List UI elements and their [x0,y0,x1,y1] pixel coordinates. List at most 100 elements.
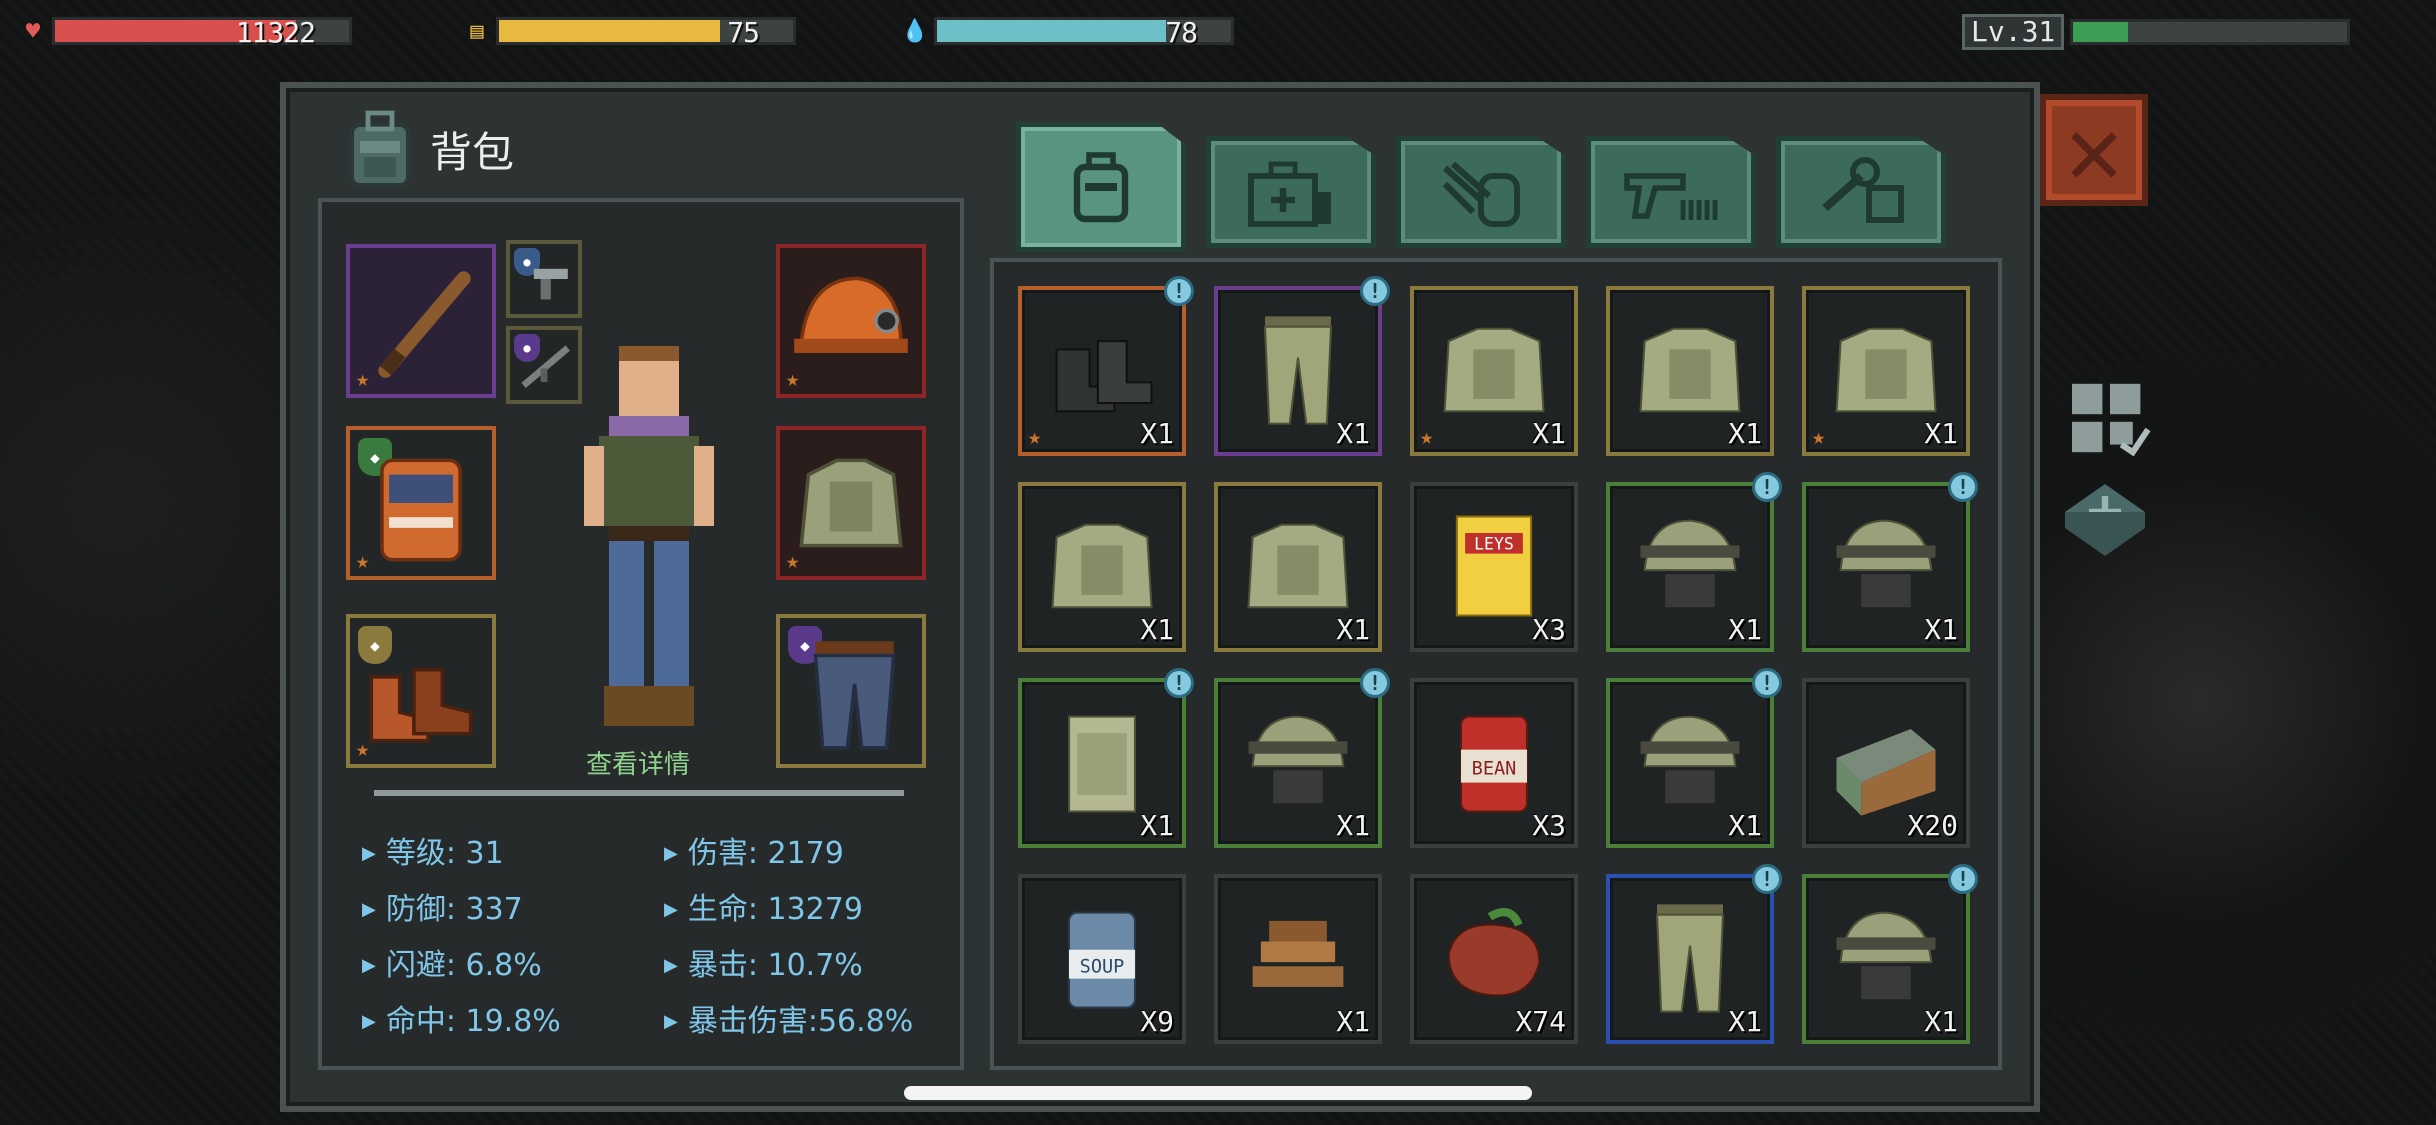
inventory-slot[interactable]: ★ X1 [1410,286,1578,456]
health-value: 11322 [235,16,316,49]
legs-slot[interactable]: ◆ [776,614,926,768]
inventory-slot[interactable]: X1! [1606,472,1782,652]
backpack-icon [1073,152,1129,223]
pistol-icon [533,268,568,300]
xp-fill [2073,22,2129,42]
level-bar: Lv.31 [1962,14,2351,50]
item-quantity: X1 [1336,417,1370,450]
item-quantity: X1 [1336,1005,1370,1038]
star-icon: ★ [1812,425,1826,450]
food-icon: ▤ [470,18,484,44]
health-bar: ♥ 11322 [20,14,352,49]
sort-grid-icon[interactable] [2068,380,2152,456]
water-value: 78 [1165,16,1198,49]
wrench-icon [1822,157,1904,223]
tab-medical[interactable] [1206,136,1376,248]
inventory-slot[interactable]: X1 [1606,286,1774,456]
water-drop-icon: 💧 [901,18,929,44]
item-quantity: X1 [1924,417,1958,450]
stats-divider [374,790,904,796]
inventory-slot[interactable]: X1! [1606,864,1782,1044]
inventory-slot[interactable]: X1! [1606,668,1782,848]
inventory-slot[interactable]: LEYS X3 [1410,482,1578,652]
new-item-badge-icon: ! [1360,276,1390,306]
expand-arrows-icon[interactable] [2060,480,2150,560]
inventory-slot[interactable]: ★ X1! [1018,276,1194,456]
item-quantity: X1 [1728,613,1762,646]
close-button[interactable]: ✕ [2040,94,2148,206]
inventory-slot[interactable]: X1! [1802,864,1978,1044]
close-icon: ✕ [2065,94,2123,206]
item-quantity: X1 [1532,417,1566,450]
tab-materials[interactable] [1396,136,1566,248]
tactical-jacket-icon [799,458,903,548]
sidearm-slot[interactable]: ● [506,240,582,318]
head-slot[interactable]: ★ [776,244,926,398]
inventory-slot[interactable]: X1! [1214,276,1390,456]
character-figure[interactable] [564,336,734,736]
inventory-slot[interactable]: X1! [1214,668,1390,848]
inventory-slot[interactable]: BEAN X3 [1410,678,1578,848]
new-item-badge-icon: ! [1948,472,1978,502]
item-quantity: X9 [1140,1005,1174,1038]
stat-hp: 生命: 13279 [664,884,863,928]
svg-text:LEYS: LEYS [1474,535,1514,554]
feet-slot[interactable]: ◆ ★ [346,614,496,768]
new-item-badge-icon: ! [1752,668,1782,698]
brown-boots-icon [369,667,473,743]
star-icon: ★ [356,549,370,574]
item-quantity: X3 [1532,613,1566,646]
materials-icon [1442,161,1520,227]
hunger-value: 75 [727,16,760,49]
tab-backpack[interactable] [1016,122,1186,252]
svg-text:BEAN: BEAN [1472,758,1517,779]
hunger-fill [499,20,720,42]
back-slot[interactable]: ◆ ★ [346,426,496,580]
gun-ammo-icon [1624,173,1718,220]
item-quantity: X1 [1140,613,1174,646]
star-icon: ★ [1420,425,1434,450]
tab-tools[interactable] [1776,136,1946,248]
stat-crit: 暴击: 10.7% [664,940,863,984]
inventory-slot[interactable]: X1 [1214,482,1382,652]
inventory-slot[interactable]: X1! [1018,668,1194,848]
inventory-slot[interactable]: X1! [1802,472,1978,652]
item-quantity: X1 [1336,809,1370,842]
stat-level: 等级: 31 [362,828,504,872]
body-slot[interactable]: ★ [776,426,926,580]
view-details-link[interactable]: 查看详情 [586,744,690,781]
star-icon: ★ [356,367,370,392]
item-quantity: X1 [1728,1005,1762,1038]
item-quantity: X1 [1728,809,1762,842]
new-item-badge-icon: ! [1164,668,1194,698]
stat-accuracy: 命中: 19.8% [362,996,561,1040]
item-quantity: X74 [1515,1005,1566,1038]
stat-defense: 防御: 337 [362,884,523,928]
item-quantity: X1 [1336,613,1370,646]
inventory-slot[interactable]: SOUP X9 [1018,874,1186,1044]
inventory-slot[interactable]: X1 [1214,874,1382,1044]
level-badge: Lv.31 [1962,14,2065,50]
tab-weapons[interactable] [1586,136,1756,248]
star-icon: ★ [1028,425,1042,450]
item-quantity: X20 [1907,809,1958,842]
backpack-icon [350,110,410,187]
stat-dodge: 闪避: 6.8% [362,940,542,984]
new-item-badge-icon: ! [1164,276,1194,306]
new-item-badge-icon: ! [1752,472,1782,502]
inventory-slot[interactable]: X20 [1802,678,1970,848]
inventory-slot[interactable]: X74 [1410,874,1578,1044]
panel-header: 背包 [340,108,514,190]
new-item-badge-icon: ! [1360,668,1390,698]
new-item-badge-icon: ! [1948,864,1978,894]
star-icon: ★ [356,737,370,762]
heart-icon: ♥ [25,17,41,45]
inventory-slot[interactable]: X1 [1018,482,1186,652]
hunger-bar: ▤ 75 [464,14,796,49]
stat-damage: 伤害: 2179 [664,828,844,872]
weapon-slot[interactable]: ★ [346,244,496,398]
home-indicator[interactable] [904,1086,1532,1100]
inventory-slot[interactable]: ★ X1 [1802,286,1970,456]
baseball-bat-icon [378,271,471,378]
item-quantity: X1 [1140,809,1174,842]
